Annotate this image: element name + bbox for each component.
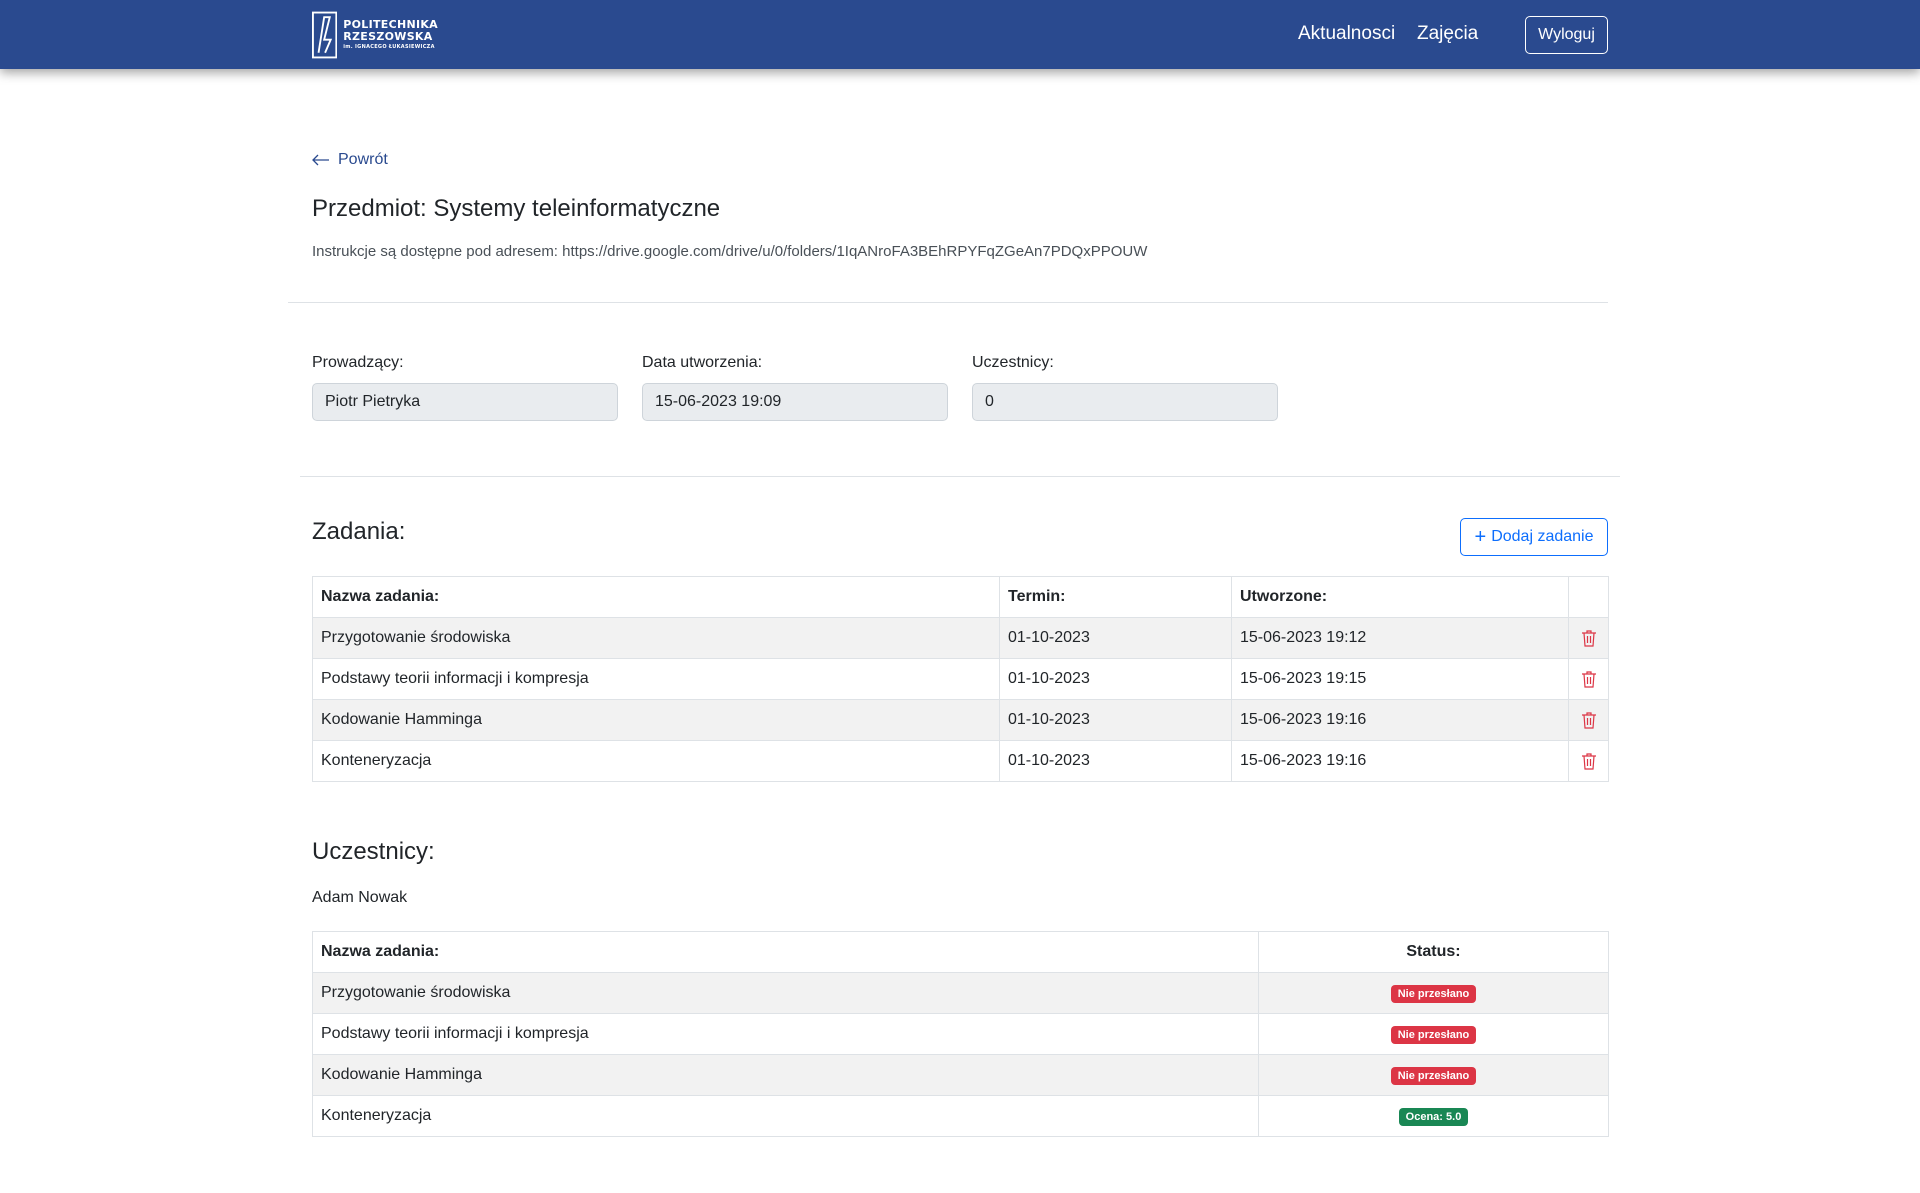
participant-name: Adam Nowak [312, 889, 408, 906]
tasks-section-title: Zadania: [312, 518, 406, 545]
task-name-cell: Konteneryzacja [312, 740, 1000, 782]
status-cell: Nie przesłano [1258, 1013, 1609, 1055]
column-header-task-name: Nazwa zadania: [312, 931, 1259, 973]
nav-link-news[interactable]: Aktualnosci [1298, 23, 1395, 45]
status-cell: Nie przesłano [1258, 972, 1609, 1014]
task-name-cell: Kodowanie Hamminga [312, 1054, 1259, 1096]
back-link[interactable]: Powrót [312, 151, 388, 169]
task-deadline-cell: 01-10-2023 [999, 740, 1232, 782]
table-row[interactable]: Kodowanie Hamminga 01-10-2023 15-06-2023… [312, 699, 1609, 741]
delete-cell [1568, 699, 1609, 741]
divider [288, 302, 1608, 303]
logo-line-2: RZESZOWSKA [343, 29, 433, 43]
arrow-left-icon [312, 154, 329, 166]
column-header-status: Status: [1258, 931, 1609, 973]
page-title: Przedmiot: Systemy teleinformatyczne [312, 195, 721, 222]
status-badge: Nie przesłano [1390, 984, 1477, 1003]
table-header-row: Nazwa zadania: Termin: Utworzone: [312, 576, 1609, 618]
top-navbar: POLITECHNIKA RZESZOWSKA im. IGNACEGO ŁUK… [0, 0, 1920, 69]
column-header-deadline: Termin: [999, 576, 1232, 618]
task-name-cell: Przygotowanie środowiska [312, 972, 1259, 1014]
participants-section-title: Uczestnicy: [312, 838, 435, 865]
status-cell: Ocena: 5.0 [1258, 1095, 1609, 1137]
task-created-cell: 15-06-2023 19:12 [1231, 617, 1569, 659]
back-link-label: Powrót [338, 151, 388, 168]
created-date-label: Data utworzenia: [642, 354, 763, 371]
table-row: Kodowanie Hamminga Nie przesłano [312, 1054, 1609, 1096]
task-name-cell: Kodowanie Hamminga [312, 699, 1000, 741]
participants-count-field: 0 [972, 383, 1278, 421]
add-task-button[interactable]: + Dodaj zadanie [1460, 518, 1608, 556]
table-row: Konteneryzacja Ocena: 5.0 [312, 1095, 1609, 1137]
table-header-row: Nazwa zadania: Status: [312, 931, 1609, 973]
task-created-cell: 15-06-2023 19:15 [1231, 658, 1569, 700]
column-header-created: Utworzone: [1231, 576, 1569, 618]
participant-status-table: Nazwa zadania: Status: Przygotowanie śro… [312, 931, 1609, 1137]
table-row[interactable]: Konteneryzacja 01-10-2023 15-06-2023 19:… [312, 740, 1609, 782]
task-name-cell: Przygotowanie środowiska [312, 617, 1000, 659]
logout-button[interactable]: Wyloguj [1525, 16, 1608, 54]
university-logo[interactable]: POLITECHNIKA RZESZOWSKA im. IGNACEGO ŁUK… [312, 10, 438, 60]
task-name-cell: Podstawy teorii informacji i kompresja [312, 1013, 1259, 1055]
participants-count-label: Uczestnicy: [972, 354, 1054, 371]
status-cell: Nie przesłano [1258, 1054, 1609, 1096]
table-row: Podstawy teorii informacji i kompresja N… [312, 1013, 1609, 1055]
grade-badge: Ocena: 5.0 [1398, 1107, 1469, 1126]
delete-cell [1568, 740, 1609, 782]
status-badge: Nie przesłano [1390, 1025, 1477, 1044]
status-badge: Nie przesłano [1390, 1066, 1477, 1085]
plus-icon: + [1474, 526, 1487, 548]
column-header-actions [1568, 576, 1609, 618]
nav-link-classes[interactable]: Zajęcia [1417, 23, 1478, 45]
task-created-cell: 15-06-2023 19:16 [1231, 699, 1569, 741]
teacher-field: Piotr Pietryka [312, 383, 618, 421]
table-row[interactable]: Przygotowanie środowiska 01-10-2023 15-0… [312, 617, 1609, 659]
task-deadline-cell: 01-10-2023 [999, 658, 1232, 700]
trash-icon[interactable] [1581, 752, 1597, 770]
task-deadline-cell: 01-10-2023 [999, 617, 1232, 659]
tasks-table: Nazwa zadania: Termin: Utworzone: Przygo… [312, 576, 1609, 782]
trash-icon[interactable] [1581, 670, 1597, 688]
task-name-cell: Konteneryzacja [312, 1095, 1259, 1137]
task-name-cell: Podstawy teorii informacji i kompresja [312, 658, 1000, 700]
delete-cell [1568, 617, 1609, 659]
logo-text: POLITECHNIKA RZESZOWSKA im. IGNACEGO ŁUK… [343, 19, 438, 50]
task-deadline-cell: 01-10-2023 [999, 699, 1232, 741]
trash-icon[interactable] [1581, 711, 1597, 729]
table-row: Przygotowanie środowiska Nie przesłano [312, 972, 1609, 1014]
logo-line-3: im. IGNACEGO ŁUKASIEWICZA [343, 44, 435, 51]
divider [300, 476, 1620, 477]
created-date-field: 15-06-2023 19:09 [642, 383, 948, 421]
add-task-label: Dodaj zadanie [1491, 528, 1594, 545]
task-created-cell: 15-06-2023 19:16 [1231, 740, 1569, 782]
teacher-label: Prowadzący: [312, 354, 404, 371]
table-row[interactable]: Podstawy teorii informacji i kompresja 0… [312, 658, 1609, 700]
delete-cell [1568, 658, 1609, 700]
trash-icon[interactable] [1581, 629, 1597, 647]
logo-emblem-icon [312, 11, 338, 59]
column-header-task-name: Nazwa zadania: [312, 576, 1000, 618]
instructions-text: Instrukcje są dostępne pod adresem: http… [312, 243, 1148, 260]
